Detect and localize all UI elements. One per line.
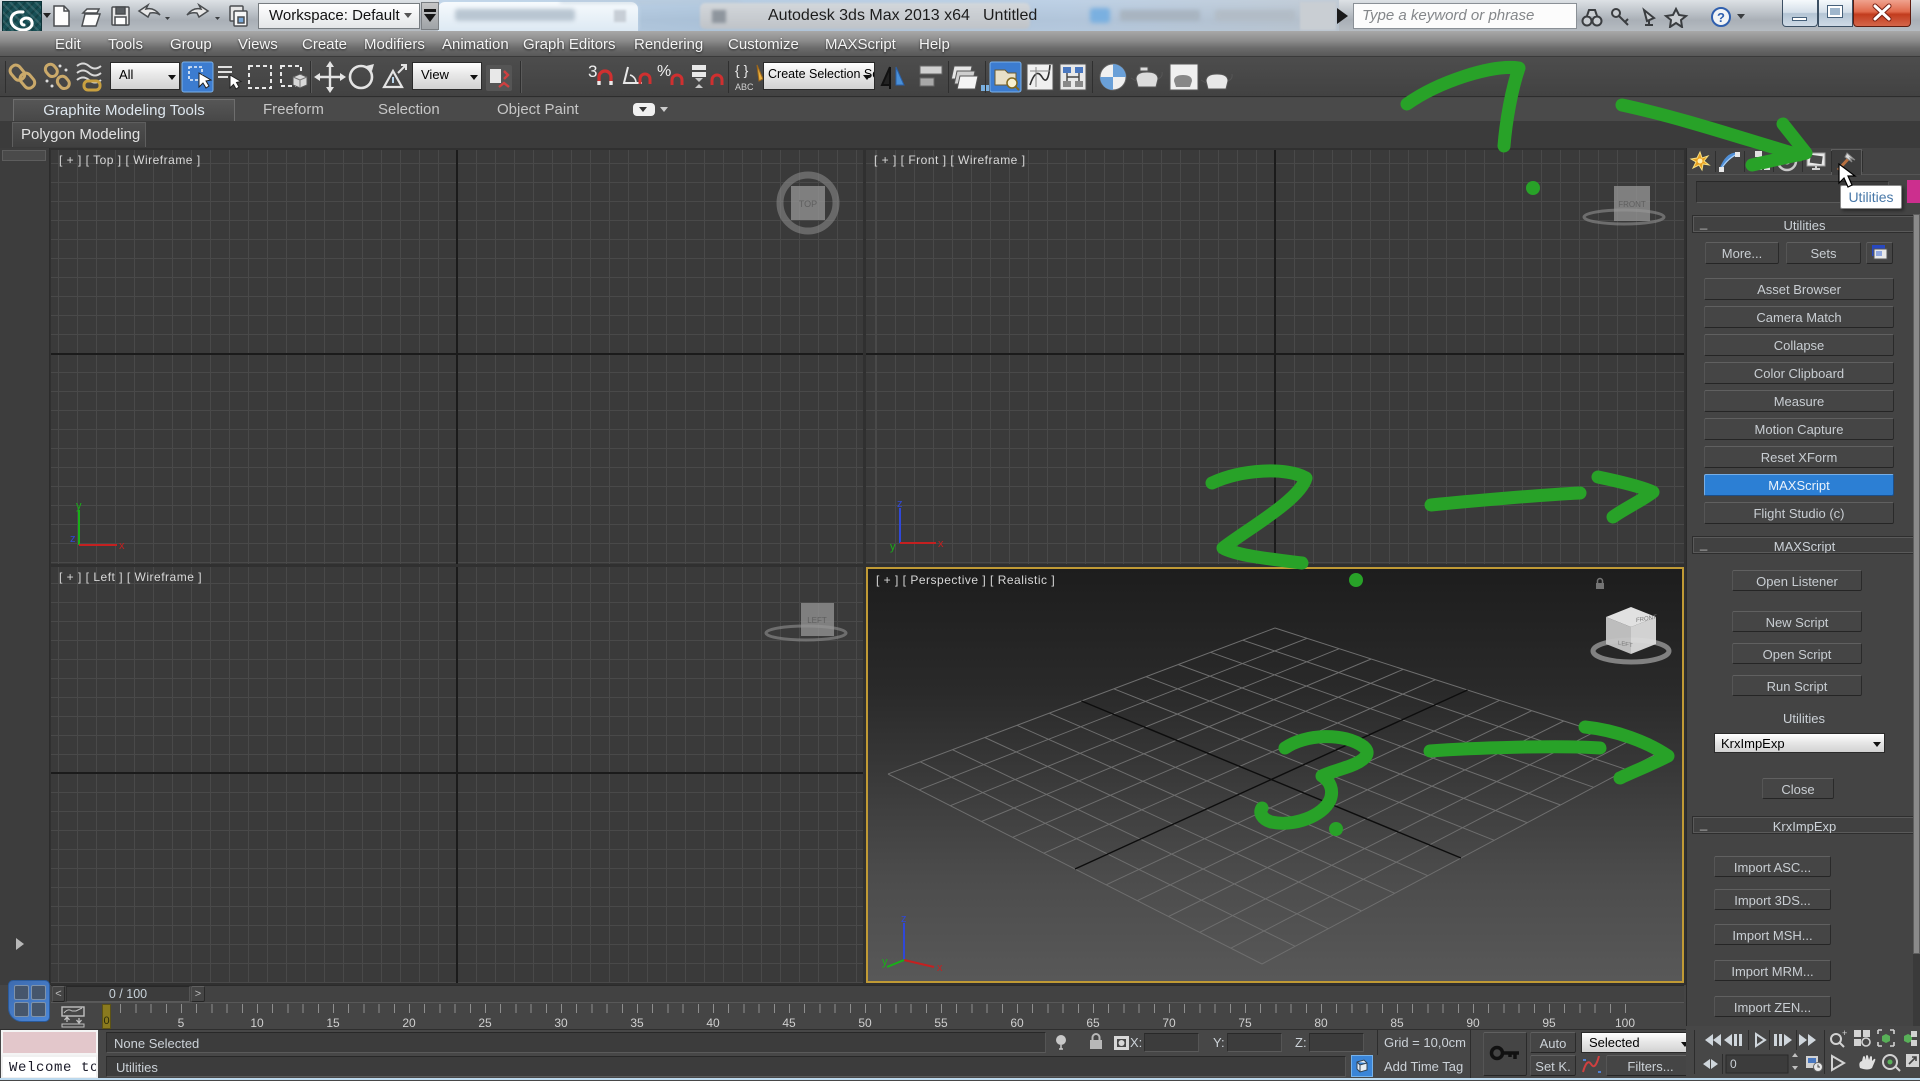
svg-text:z: z [901,915,907,925]
svg-text:x: x [938,538,944,550]
svg-text:3: 3 [588,62,597,81]
svg-text:y: y [882,956,888,968]
svg-text:x: x [937,962,943,974]
svg-text:y: y [890,541,896,553]
svg-text:y: y [76,500,82,512]
svg-text:ABC: ABC [735,82,754,92]
svg-text:z: z [70,533,76,545]
svg-text:%: % [657,63,671,80]
svg-text:+: + [1842,1028,1847,1038]
svg-text:x: x [119,540,125,552]
svg-text:TOP: TOP [799,199,817,209]
svg-text:?: ? [1717,10,1725,25]
svg-text:LEFT: LEFT [807,616,827,625]
svg-text:{ }: { } [735,62,749,78]
svg-text:0: 0 [1730,1057,1737,1071]
svg-text:FRONT: FRONT [1618,200,1646,209]
svg-text:z: z [897,498,903,510]
